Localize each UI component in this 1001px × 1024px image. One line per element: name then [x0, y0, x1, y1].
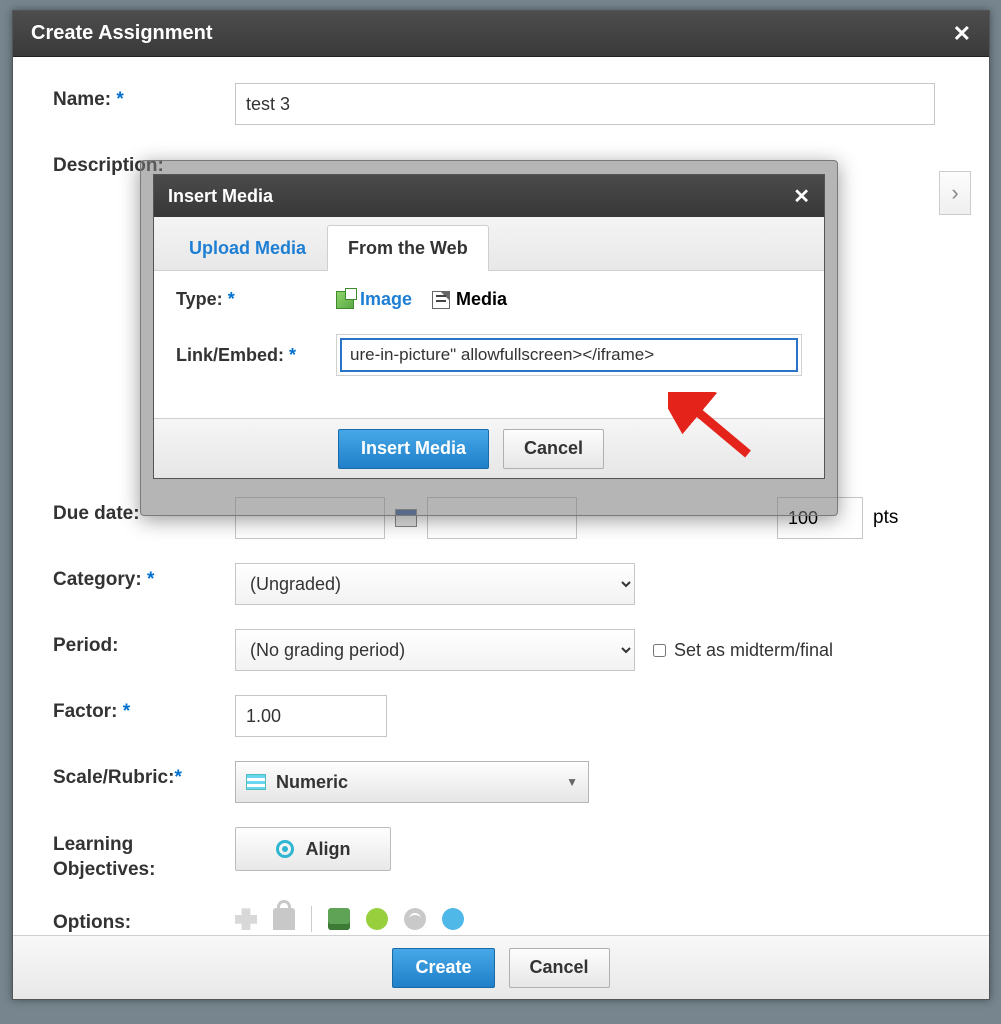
category-select[interactable]: (Ungraded)	[235, 563, 635, 605]
chevron-down-icon: ▼	[566, 775, 578, 789]
cancel-button[interactable]: Cancel	[509, 948, 610, 988]
period-row: Period: (No grading period) Set as midte…	[53, 629, 957, 671]
factor-input[interactable]	[235, 695, 387, 737]
options-row: Options:	[53, 906, 957, 934]
tab-from-web[interactable]: From the Web	[327, 225, 489, 271]
insert-media-title: Insert Media	[168, 186, 793, 207]
tab-bar: Upload Media From the Web	[154, 217, 824, 271]
type-label: Type: *	[176, 289, 336, 310]
factor-label: Factor: *	[53, 695, 235, 723]
insert-media-body: Type: * Image Media Link/Embed: *	[154, 271, 824, 418]
period-select[interactable]: (No grading period)	[235, 629, 635, 671]
comment-icon[interactable]	[442, 908, 464, 930]
align-button[interactable]: Align	[235, 827, 391, 871]
dialog-title: Create Assignment	[31, 22, 953, 45]
media-icon	[432, 291, 450, 309]
insert-media-header: Insert Media ✕	[154, 175, 824, 217]
points-label: pts	[873, 507, 898, 529]
image-icon	[336, 291, 354, 309]
scale-icon	[246, 774, 266, 790]
link-embed-label: Link/Embed: *	[176, 345, 336, 366]
insert-media-button[interactable]: Insert Media	[338, 429, 489, 469]
midterm-checkbox-label[interactable]: Set as midterm/final	[653, 640, 833, 661]
learning-objectives-label: LearningObjectives:	[53, 827, 235, 882]
type-media-option[interactable]: Media	[432, 289, 507, 310]
learning-objectives-row: LearningObjectives: Align	[53, 827, 957, 882]
scale-rubric-dropdown[interactable]: Numeric ▼	[235, 761, 589, 803]
link-embed-input[interactable]	[340, 338, 798, 372]
dialog-header: Create Assignment ✕	[13, 11, 989, 57]
target-icon	[276, 840, 294, 858]
close-icon[interactable]: ✕	[953, 21, 971, 47]
share-icon[interactable]	[235, 908, 257, 930]
create-button[interactable]: Create	[392, 948, 494, 988]
name-row: Name: *	[53, 83, 957, 125]
link-embed-row: Link/Embed: *	[176, 334, 802, 376]
lock-icon[interactable]	[273, 908, 295, 930]
insert-media-dialog: Insert Media ✕ Upload Media From the Web…	[153, 174, 825, 479]
scale-label: Scale/Rubric:*	[53, 761, 235, 789]
type-row: Type: * Image Media	[176, 289, 802, 310]
globe-icon[interactable]	[404, 908, 426, 930]
period-label: Period:	[53, 629, 235, 657]
type-image-option[interactable]: Image	[336, 289, 412, 310]
category-label: Category: *	[53, 563, 235, 591]
options-label: Options:	[53, 906, 235, 934]
midterm-checkbox[interactable]	[653, 644, 666, 657]
scale-row: Scale/Rubric:* Numeric ▼	[53, 761, 957, 803]
expand-description-button[interactable]: ›	[939, 171, 971, 215]
dialog-footer: Create Cancel	[13, 935, 989, 999]
category-row: Category: * (Ungraded)	[53, 563, 957, 605]
tab-upload-media[interactable]: Upload Media	[168, 225, 327, 271]
insert-media-footer: Insert Media Cancel	[154, 418, 824, 478]
name-input[interactable]	[235, 83, 935, 125]
name-label: Name: *	[53, 83, 235, 111]
close-icon[interactable]: ✕	[793, 184, 810, 209]
divider	[311, 906, 312, 932]
cancel-button[interactable]: Cancel	[503, 429, 604, 469]
dropbox-icon[interactable]	[328, 908, 350, 930]
factor-row: Factor: *	[53, 695, 957, 737]
status-green-icon[interactable]	[366, 908, 388, 930]
